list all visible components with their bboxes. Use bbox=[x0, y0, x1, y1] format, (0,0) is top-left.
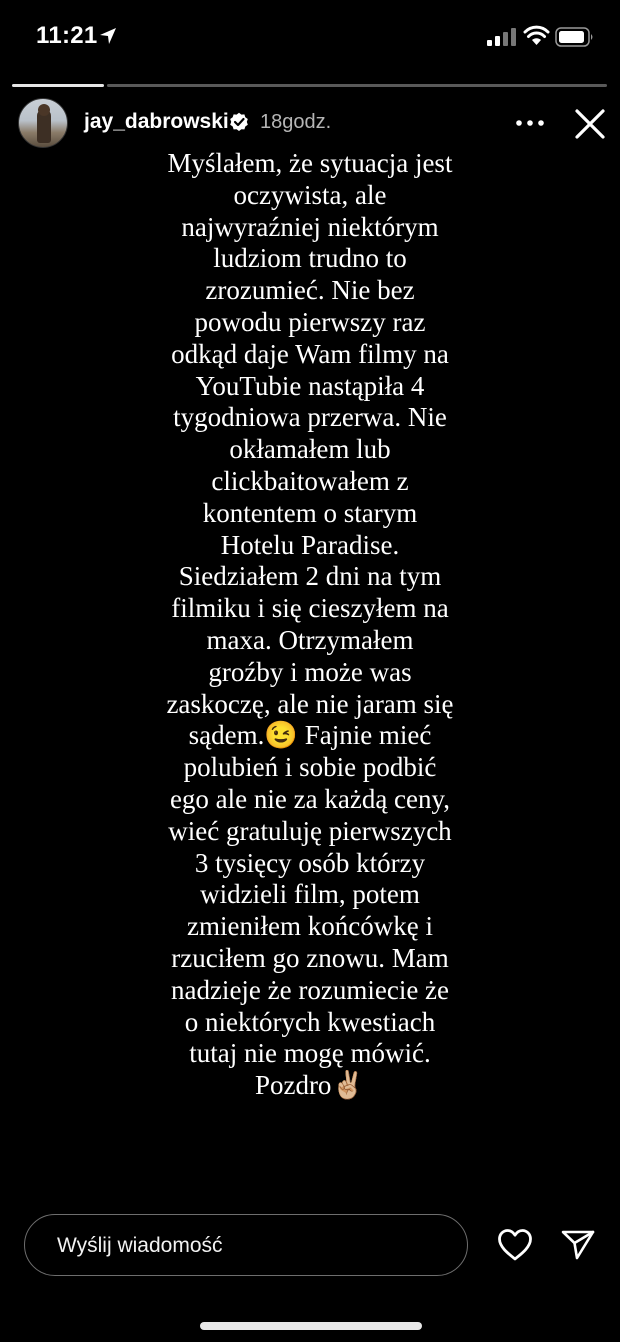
story-text-line: sądem.😉 Fajnie mieć bbox=[188, 720, 432, 751]
story-text-line: najwyraźniej niektórym bbox=[181, 211, 439, 242]
story-text-line: kontentem o starym bbox=[202, 497, 418, 528]
story-text-line: nadzieje że rozumiecie że bbox=[170, 974, 450, 1005]
story-text-line: 3 tysięcy osób którzy bbox=[194, 847, 426, 878]
story-progress-segment-2 bbox=[107, 84, 607, 87]
avatar[interactable] bbox=[18, 98, 68, 148]
post-time: 18godz. bbox=[260, 111, 332, 133]
story-text-line: oczywista, ale bbox=[233, 179, 387, 210]
story-text-line: maxa. Otrzymałem bbox=[206, 624, 414, 655]
like-icon[interactable] bbox=[497, 1228, 533, 1262]
story-text-line: YouTubie nastąpiła 4 bbox=[195, 370, 425, 401]
message-placeholder: Wyślij wiadomość bbox=[57, 1234, 223, 1257]
close-icon[interactable] bbox=[574, 108, 606, 140]
story-text-line: Myślałem, że sytuacja jest bbox=[167, 148, 453, 178]
story-text-line: zrozumieć. Nie bez bbox=[205, 275, 415, 306]
message-input[interactable]: Wyślij wiadomość bbox=[24, 1214, 468, 1276]
status-time: 11:21 bbox=[36, 22, 98, 49]
story-text-line: clickbaitowałem z bbox=[211, 465, 409, 496]
story-text-line: widzieli film, potem bbox=[200, 879, 420, 910]
story-text-line: filmiku i się cieszyłem na bbox=[171, 593, 449, 624]
avatar-figure-head bbox=[38, 104, 50, 116]
signal-icon bbox=[487, 28, 516, 46]
story-text-line: Hotelu Paradise. bbox=[220, 529, 400, 560]
story-text-line: zaskoczę, ale nie jaram się bbox=[166, 688, 454, 719]
story-text-line: okłamałem lub bbox=[229, 434, 391, 465]
send-icon[interactable] bbox=[561, 1229, 595, 1261]
story-text-line: odkąd daje Wam filmy na bbox=[171, 338, 449, 369]
story-text-line: Siedziałem 2 dni na tym bbox=[178, 561, 442, 592]
story-text-line: groźby i może was bbox=[208, 656, 412, 687]
wifi-icon bbox=[523, 25, 550, 45]
story-text-line: ludziom trudno to bbox=[213, 243, 407, 274]
battery-icon bbox=[555, 27, 593, 47]
story-text: Myślałem, że sytuacja jest oczywista, ale… bbox=[120, 148, 500, 1102]
story-text-line: powodu pierwszy raz bbox=[194, 306, 426, 337]
story-text-line: polubień i sobie podbić bbox=[183, 752, 437, 783]
status-bar: 11:21 bbox=[0, 0, 620, 76]
location-icon bbox=[100, 28, 116, 44]
story-text-line: tutaj nie mogę mówić. bbox=[189, 1038, 431, 1069]
more-icon[interactable] bbox=[514, 114, 546, 132]
story-text-line: ego ale nie za każdą ceny, bbox=[169, 783, 451, 814]
story-text-line: Pozdro✌🏼 bbox=[254, 1070, 366, 1101]
story-progress-segment-1 bbox=[12, 84, 104, 87]
story-text-line: tygodniowa przerwa. Nie bbox=[173, 402, 447, 433]
story-text-line: zmieniłem końcówkę i bbox=[187, 911, 433, 942]
username[interactable]: jay_dabrowski bbox=[84, 110, 229, 134]
home-indicator bbox=[200, 1322, 422, 1330]
story-text-line: rzuciłem go znowu. Mam bbox=[171, 942, 449, 973]
story-screen: 11:21 jay_dabrowski 18godz. Myślałem, że… bbox=[0, 0, 620, 1342]
verified-icon bbox=[230, 112, 248, 131]
story-text-line: wieć gratuluję pierwszych bbox=[168, 815, 452, 846]
story-text-line: o niektórych kwestiach bbox=[184, 1006, 436, 1037]
